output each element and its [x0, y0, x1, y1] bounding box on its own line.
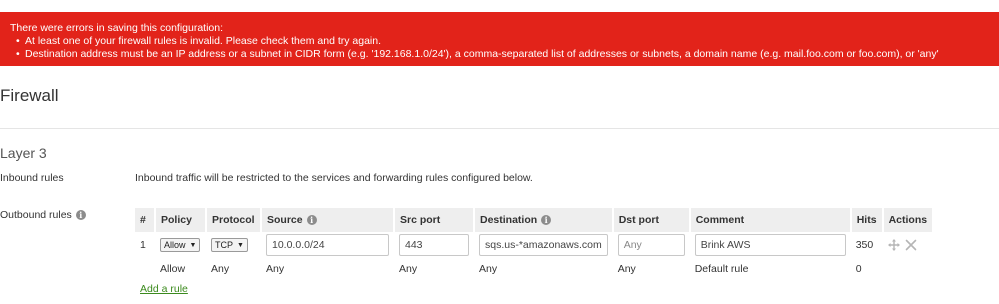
table-header-row: # Policy Protocol Source i Src port Desti…	[135, 208, 935, 232]
default-dst-port: Any	[617, 263, 636, 275]
error-item: • At least one of your firewall rules is …	[16, 35, 382, 47]
source-input[interactable]: 10.0.0.0/24	[266, 234, 389, 256]
destination-input[interactable]: sqs.us-*amazonaws.com	[479, 234, 608, 256]
add-rule-link[interactable]: Add a rule	[140, 283, 188, 295]
divider	[0, 128, 999, 129]
src-port-input[interactable]: 443	[399, 234, 469, 256]
info-icon[interactable]: i	[75, 210, 86, 221]
section-title-layer3: Layer 3	[0, 145, 47, 161]
col-header-policy: Policy	[155, 208, 207, 232]
move-icon[interactable]	[887, 239, 900, 251]
col-header-comment: Comment	[689, 208, 852, 232]
error-list: • At least one of your firewall rules is …	[10, 35, 999, 61]
table-row-default: Allow Any Any Any Any Any Default rule 0	[135, 258, 933, 280]
info-icon[interactable]: i	[306, 215, 317, 226]
col-header-destination: Destination i	[474, 208, 614, 232]
col-header-src-port: Src port	[394, 208, 475, 232]
chevron-down-icon: ▼	[237, 241, 244, 249]
policy-select[interactable]: Allow ▼	[160, 238, 201, 252]
table-row: 1 Allow ▼ TCP ▼ 10.0.0.0/24 443 sqs.us-*am…	[135, 232, 933, 258]
inbound-rules-text: Inbound traffic will be restricted to th…	[135, 172, 533, 184]
default-source: Any	[266, 263, 285, 275]
close-icon[interactable]	[905, 239, 917, 251]
col-header-source: Source i	[261, 208, 395, 232]
col-header-hits: Hits	[850, 208, 884, 232]
col-header-protocol: Protocol	[206, 208, 262, 232]
default-src-port: Any	[399, 263, 418, 275]
protocol-select[interactable]: TCP ▼	[211, 238, 248, 252]
col-header-num: #	[135, 208, 156, 232]
error-item: • Destination address must be an IP addre…	[16, 48, 939, 60]
info-icon[interactable]: i	[541, 215, 552, 226]
dst-port-input[interactable]: Any	[617, 234, 685, 256]
default-protocol: Any	[211, 263, 230, 275]
default-policy: Allow	[160, 263, 186, 275]
chevron-down-icon: ▼	[189, 241, 197, 249]
col-header-actions: Actions	[882, 208, 935, 232]
outbound-rules-table: # Policy Protocol Source i Src port Desti…	[135, 208, 935, 280]
comment-input[interactable]: Brink AWS	[694, 234, 846, 256]
rule-hits: 350	[855, 239, 874, 251]
outbound-rules-label: Outbound rules i	[0, 209, 86, 221]
rule-actions	[887, 239, 929, 251]
error-heading: There were errors in saving this configu…	[10, 22, 224, 34]
default-destination: Any	[479, 263, 498, 275]
error-banner: There were errors in saving this configu…	[0, 12, 999, 66]
default-comment: Default rule	[694, 263, 749, 275]
default-hits: 0	[855, 263, 862, 275]
inbound-rules-label: Inbound rules	[0, 172, 64, 184]
col-header-dst-port: Dst port	[612, 208, 691, 232]
page-title: Firewall	[0, 86, 59, 105]
rule-num: 1	[140, 239, 146, 251]
